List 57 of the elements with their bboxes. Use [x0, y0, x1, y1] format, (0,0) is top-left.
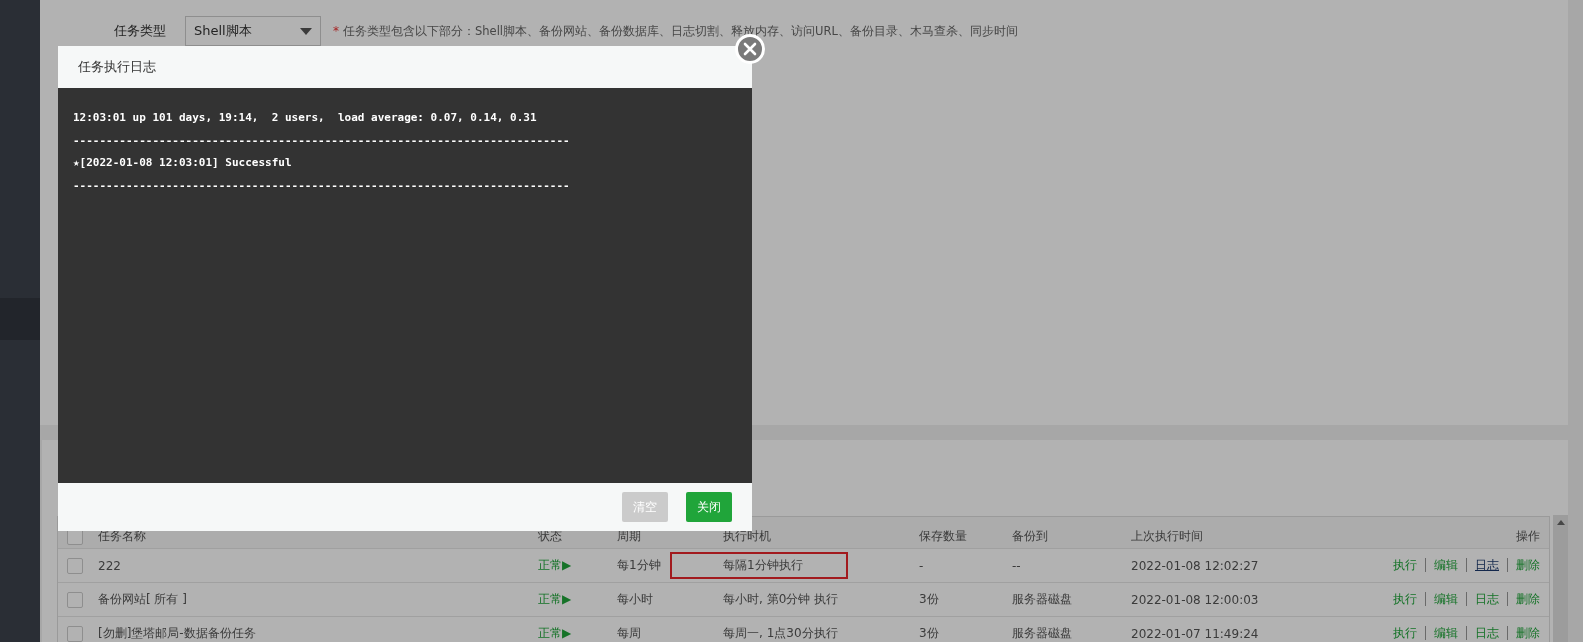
sidebar-item[interactable] [0, 298, 40, 340]
table-cell-text: 每小时 [617, 591, 654, 608]
action-link[interactable]: 执行 [1393, 626, 1417, 640]
table-cell-text: 服务器磁盘 [1012, 625, 1073, 642]
scroll-up-icon[interactable] [1556, 520, 1565, 525]
table-cell: 每周一, 1点30分执行 [723, 625, 838, 642]
table-cell-text: 2022-01-08 12:02:27 [1131, 558, 1260, 573]
table-cell-text: 备份网站[ 所有 ] [98, 591, 188, 608]
action-link[interactable]: 编辑 [1425, 558, 1458, 572]
table-cell: 每隔1分钟执行 [723, 557, 803, 574]
scrollbar[interactable] [1553, 515, 1568, 642]
action-link[interactable]: 编辑 [1425, 626, 1458, 640]
table-cell-text: 3份 [919, 625, 940, 642]
action-link[interactable]: 编辑 [1425, 592, 1458, 606]
action-link[interactable]: 执行 [1393, 558, 1417, 572]
checkbox[interactable] [67, 557, 83, 574]
table-cell-text: -- [1012, 558, 1022, 573]
table-cell-text: 服务器磁盘 [1012, 591, 1073, 608]
status-text: 正常▶ [538, 591, 573, 608]
required-mark: * [333, 24, 339, 38]
table-cell-text: [勿删]堡塔邮局-数据备份任务 [98, 625, 257, 642]
log-line: 12:03:01 up 101 days, 19:14, 2 users, load average: 0.07, 0.14, 0.31 [73, 110, 538, 126]
checkbox[interactable] [67, 591, 83, 608]
log-line: --------------------------------------------------------------------------- [73, 132, 571, 149]
dialog-title: 任务执行日志 [58, 46, 752, 88]
log-line: ★[2022-01-08 12:03:01] Successful [73, 155, 293, 172]
action-link[interactable]: 删除 [1507, 592, 1540, 606]
log-line: --------------------------------------------------------------------------- [73, 178, 571, 195]
checkbox[interactable] [67, 625, 83, 642]
action-link[interactable]: 日志 [1466, 626, 1499, 640]
task-type-select[interactable]: Shell脚本 [185, 16, 321, 46]
caret-icon [300, 27, 312, 35]
status-text: 正常▶ [538, 557, 573, 574]
table-cell-text: 每周 [617, 625, 642, 642]
table-cell: 每小时, 第0分钟 执行 [723, 591, 839, 608]
table-cell-text: 2022-01-07 11:49:24 [1131, 626, 1260, 641]
column-header: 状态 [538, 528, 563, 545]
column-header: 周期 [617, 528, 642, 545]
action-link[interactable]: 日志 [1466, 558, 1499, 572]
table-cell-text: 2022-01-08 12:00:03 [1131, 592, 1260, 607]
column-header: 执行时机 [723, 528, 772, 545]
table-cell-text: 3份 [919, 591, 940, 608]
column-header: 备份到 [1012, 528, 1049, 545]
status-text: 正常▶ [538, 625, 573, 642]
column-header: 操作 [1515, 528, 1541, 545]
table-cell-text: 222 [98, 558, 122, 573]
table-cell-text: 每1分钟 [617, 557, 662, 574]
table-cell-text: - [919, 558, 925, 573]
column-header: 保存数量 [919, 528, 968, 545]
column-header: 任务名称 [98, 528, 147, 545]
action-link[interactable]: 日志 [1466, 592, 1499, 606]
dialog-button[interactable]: 关闭 [686, 492, 732, 522]
action-link[interactable]: 删除 [1507, 626, 1540, 640]
field-label: 任务类型 [114, 22, 167, 40]
action-link[interactable]: 执行 [1393, 592, 1417, 606]
action-link[interactable]: 删除 [1507, 558, 1540, 572]
column-header: 上次执行时间 [1131, 528, 1204, 545]
